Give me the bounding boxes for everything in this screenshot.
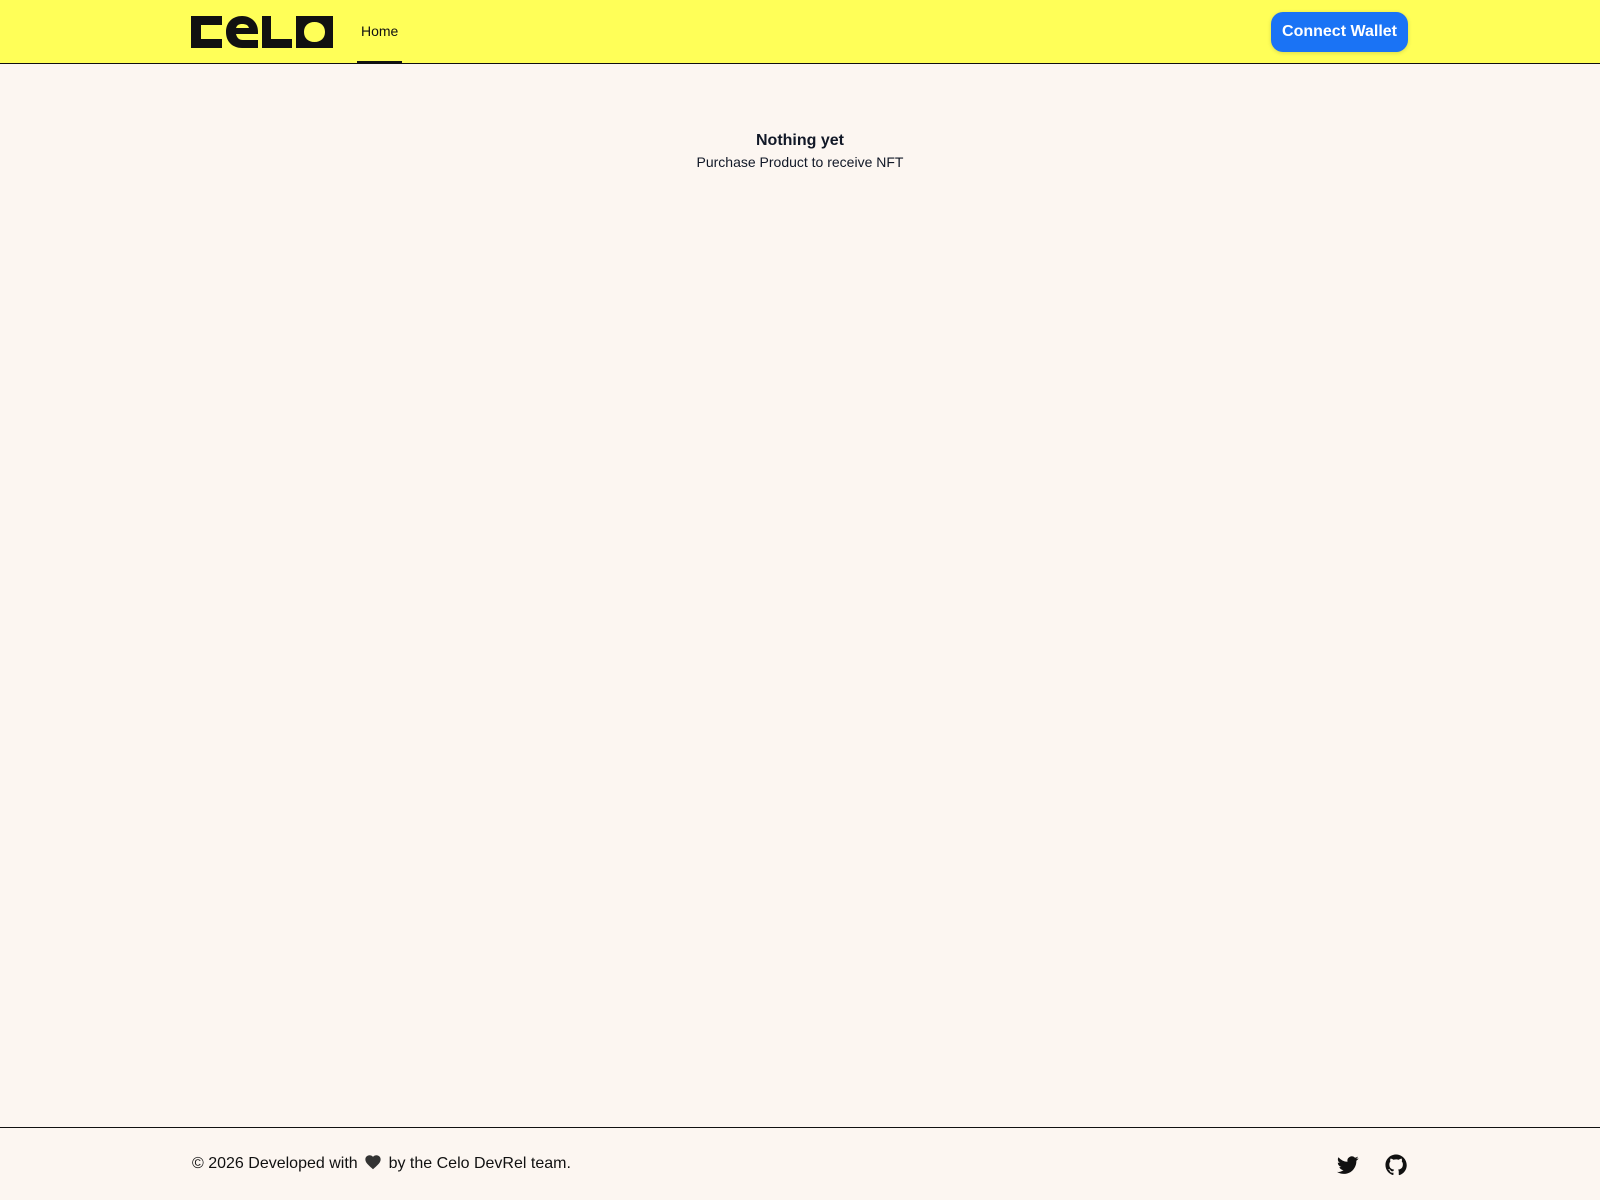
github-icon[interactable] <box>1385 1154 1407 1176</box>
top-navbar: Home Connect Wallet <box>0 0 1600 64</box>
footer-credit-prefix: © 2026 Developed with <box>192 1155 358 1172</box>
celo-logo[interactable] <box>191 16 333 48</box>
twitter-icon[interactable] <box>1337 1154 1359 1176</box>
footer-credit-suffix: by the Celo DevRel team. <box>388 1155 571 1172</box>
connect-wallet-button[interactable]: Connect Wallet <box>1271 12 1408 52</box>
nav-item-home[interactable]: Home <box>357 0 403 63</box>
empty-state-subtitle: Purchase Product to receive NFT <box>696 154 904 170</box>
footer-credit: © 2026 Developed with by the Celo DevRel… <box>192 1154 571 1173</box>
heart-icon <box>365 1155 381 1170</box>
empty-state: Nothing yet Purchase Product to receive … <box>0 130 1600 172</box>
footer: © 2026 Developed with by the Celo DevRel… <box>0 1127 1600 1200</box>
empty-state-title: Nothing yet <box>756 132 844 149</box>
